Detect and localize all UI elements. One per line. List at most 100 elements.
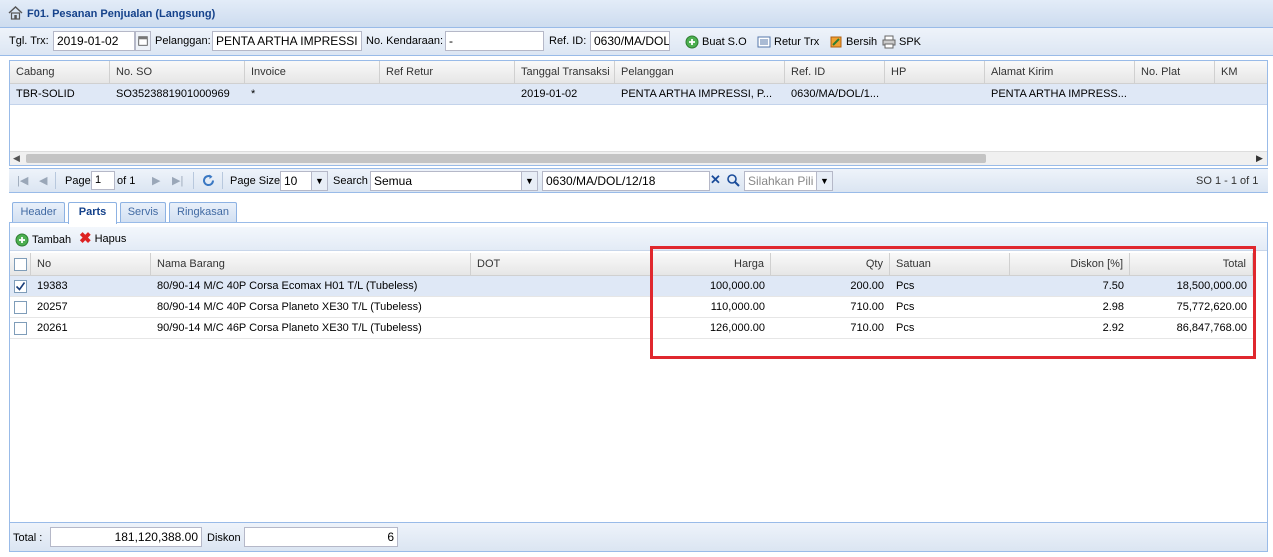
row-checkbox[interactable] [14,322,27,335]
pelanggan-label: Pelanggan: [155,35,211,47]
col-harga[interactable]: Harga [651,253,771,276]
search-icon[interactable] [726,173,741,188]
kendaraan-label: No. Kendaraan: [366,35,444,47]
transaction-toolbar: Tgl. Trx: 2019-01-02 Pelanggan: PENTA AR… [0,28,1273,56]
cell-ref-retur [380,84,515,105]
col-hp[interactable]: HP [885,61,985,84]
col-tanggal[interactable]: Tanggal Transaksi [515,61,615,84]
table-row[interactable]: 20257 80/90-14 M/C 40P Corsa Planeto XE3… [10,297,1253,318]
page-size-label: Page Size [230,175,281,187]
buat-so-label: Buat S.O [702,36,747,48]
tab-servis[interactable]: Servis [120,202,166,222]
spk-label: SPK [899,36,922,48]
tambah-button[interactable]: Tambah [15,233,71,247]
delete-icon: ✖ [79,230,92,247]
prev-page-icon[interactable]: ◀ [39,174,47,187]
col-dot[interactable]: DOT [471,253,651,276]
col-no-plat[interactable]: No. Plat [1135,61,1215,84]
parts-grid: No Nama Barang DOT Harga Qty Satuan Disk… [10,253,1267,521]
pelanggan-field[interactable]: PENTA ARTHA IMPRESSI [212,31,362,51]
col-qty[interactable]: Qty [771,253,890,276]
select-all-checkbox[interactable] [14,258,27,271]
hapus-label: Hapus [94,233,127,245]
table-row[interactable]: 19383 80/90-14 M/C 40P Corsa Ecomax H01 … [10,276,1253,297]
spk-button[interactable]: SPK [882,35,921,49]
cell-harga: 100,000.00 [709,280,765,292]
cell-total: 75,772,620.00 [1176,301,1247,313]
cell-invoice: * [251,88,256,100]
page-input[interactable]: 1 [91,171,115,190]
cell-no-plat [1135,84,1215,105]
col-km[interactable]: KM [1215,61,1267,84]
tambah-label: Tambah [32,234,72,246]
so-grid-header: Cabang No. SO Invoice Ref Retur Tanggal … [10,61,1267,84]
col-ref-retur[interactable]: Ref Retur [380,61,515,84]
col-no-so[interactable]: No. SO [110,61,245,84]
col-alamat[interactable]: Alamat Kirim [985,61,1135,84]
scrollbar-thumb[interactable] [26,154,986,163]
col-satuan[interactable]: Satuan [890,253,1010,276]
cell-nama-barang: 80/90-14 M/C 40P Corsa Planeto XE30 T/L … [157,301,422,313]
tab-ringkasan[interactable]: Ringkasan [169,202,237,222]
tab-header[interactable]: Header [12,202,65,222]
search-field-select[interactable]: Semua ▼ [370,171,538,191]
tab-parts[interactable]: Parts [68,202,117,224]
col-no[interactable]: No [31,253,151,276]
last-page-icon[interactable]: ▶| [172,174,183,187]
page-size-select[interactable]: 10 ▼ [280,171,328,191]
diskon-field[interactable]: 6 [244,527,398,547]
col-ref-id[interactable]: Ref. ID [785,61,885,84]
col-diskon[interactable]: Diskon [%] [1010,253,1130,276]
ref-id-field[interactable]: 0630/MA/DOL [590,31,670,51]
clear-icon[interactable]: ✕ [710,172,721,188]
cell-harga: 126,000.00 [709,322,765,334]
retur-trx-button[interactable]: Retur Trx [757,35,819,49]
refresh-icon[interactable] [201,173,216,188]
search-input[interactable]: 0630/MA/DOL/12/18 [542,171,710,191]
bersih-button[interactable]: Bersih [829,35,877,49]
cell-satuan: Pcs [896,322,915,334]
calendar-icon[interactable] [135,31,151,51]
search-field-value: Semua [374,174,413,188]
next-page-icon[interactable]: ▶ [152,174,160,187]
col-cabang[interactable]: Cabang [10,61,110,84]
col-select-all [10,253,31,276]
cell-no: 19383 [37,280,68,292]
kendaraan-field[interactable]: - [445,31,544,51]
row-checkbox[interactable] [14,301,27,314]
window-title-bar: F01. Pesanan Penjualan (Langsung) [0,0,1273,28]
col-pelanggan[interactable]: Pelanggan [615,61,785,84]
home-icon [8,6,23,20]
cell-dot [471,297,651,318]
table-row[interactable]: 20261 90/90-14 M/C 46P Corsa Planeto XE3… [10,318,1253,339]
hapus-button[interactable]: ✖ Hapus [79,230,127,247]
tgl-trx-field[interactable]: 2019-01-02 [53,31,135,51]
chevron-down-icon[interactable]: ▼ [311,172,327,190]
chevron-down-icon[interactable]: ▼ [816,172,832,190]
cell-total: 86,847,768.00 [1176,322,1247,334]
col-invoice[interactable]: Invoice [245,61,380,84]
first-page-icon[interactable]: |◀ [17,174,28,187]
totals-footer: Total : 181,120,388.00 Diskon 6 [10,522,1267,551]
filter-select[interactable]: Silahkan Pili ▼ [744,171,833,191]
paging-summary: SO 1 - 1 of 1 [1196,175,1259,187]
cell-km [1215,84,1267,105]
buat-so-button[interactable]: Buat S.O [685,35,747,49]
horizontal-scrollbar[interactable]: ◀ ▶ [10,151,1267,165]
scroll-right-icon[interactable]: ▶ [1256,153,1263,164]
add-circle-icon [15,233,29,247]
separator [222,172,223,189]
cell-qty: 710.00 [850,301,884,313]
separator [55,172,56,189]
chevron-down-icon[interactable]: ▼ [521,172,537,190]
cell-pelanggan: PENTA ARTHA IMPRESSI, P... [621,88,772,100]
parts-grid-header: No Nama Barang DOT Harga Qty Satuan Disk… [10,253,1253,276]
row-checkbox[interactable] [14,280,27,293]
retur-trx-label: Retur Trx [774,36,820,48]
col-nama-barang[interactable]: Nama Barang [151,253,471,276]
cell-no-so: SO352388190100096​9 [116,88,230,100]
scroll-left-icon[interactable]: ◀ [13,153,20,164]
col-total[interactable]: Total [1130,253,1253,276]
total-field[interactable]: 181,120,388.00 [50,527,202,547]
table-row[interactable]: TBR-SOLID SO352388190100096​9 * 2019-01-… [10,84,1267,105]
